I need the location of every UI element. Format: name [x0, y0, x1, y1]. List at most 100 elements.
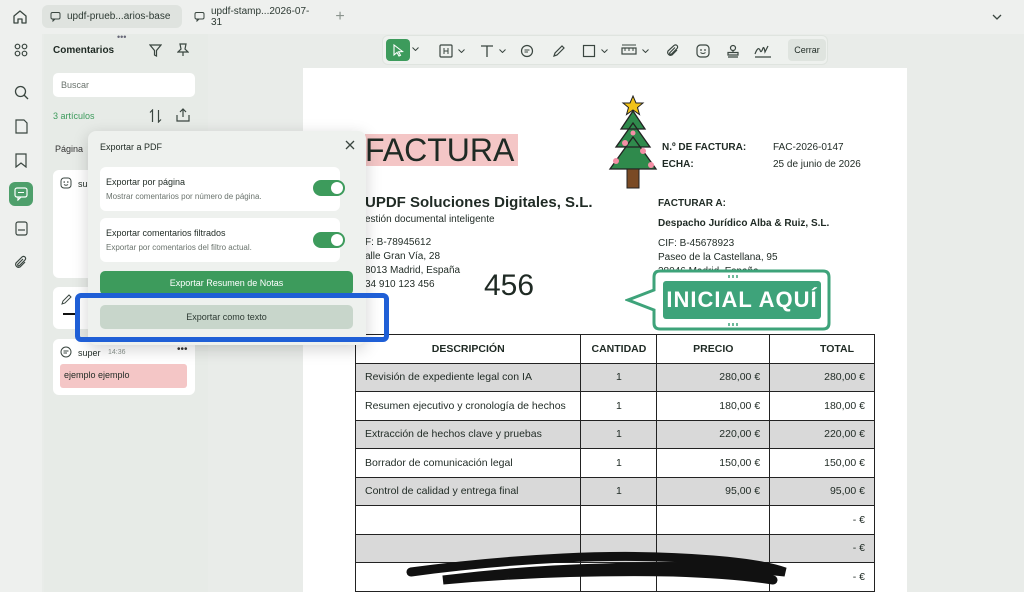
tab-updf-prueba[interactable]: updf-prueb...arios-base [42, 5, 182, 28]
more-icon[interactable]: ••• [177, 344, 188, 355]
table-cell: 1 [580, 391, 658, 421]
export-by-page-toggle[interactable] [313, 180, 345, 196]
table-cell: 280,00 € [769, 362, 875, 392]
left-rail [0, 34, 42, 592]
pin-icon[interactable] [175, 42, 191, 58]
stamp-tool-icon[interactable] [726, 40, 740, 62]
table-cell: - € [769, 505, 875, 535]
table-cell: 1 [580, 362, 658, 392]
sort-label[interactable]: Página [55, 144, 83, 154]
text-icon[interactable] [480, 40, 506, 62]
chat-bubble-icon [50, 11, 61, 22]
export-filtered-toggle[interactable] [313, 232, 345, 248]
table-cell: 220,00 € [769, 419, 875, 449]
table-cell [354, 505, 582, 535]
table-row: Control de calidad y entrega final 1 95,00… [354, 476, 875, 506]
emoji-sticker-icon [60, 177, 72, 189]
table-row: Borrador de comunicación legal 1 150,00 €1… [354, 448, 875, 478]
table-cell: Borrador de comunicación legal [354, 448, 582, 478]
ink-scribble[interactable] [403, 546, 793, 592]
option-description: Mostrar comentarios por número de página… [106, 192, 262, 201]
close-toolbar-button[interactable]: Cerrar [788, 39, 826, 61]
export-icon[interactable] [175, 107, 191, 123]
table-cell: 95,00 € [769, 476, 875, 506]
tab-bar: updf-prueb...arios-base updf-stamp...202… [0, 0, 1024, 34]
company-phone: 34 910 123 456 [365, 279, 435, 290]
search-icon[interactable] [9, 80, 33, 104]
client-cif: CIF: B-45678923 [658, 238, 735, 249]
table-cell: Revisión de expediente legal con IA [354, 362, 582, 392]
invoice-number-label: N.º DE FACTURA: [662, 142, 747, 153]
filter-icon[interactable] [147, 42, 163, 58]
table-header-row: DESCRIPCIÓN CANTIDAD PRECIO TOTAL [354, 334, 875, 364]
rectangle-shape-icon[interactable] [582, 40, 608, 62]
table-cell: 180,00 € [656, 391, 771, 421]
annotation-toolbar: Cerrar [382, 35, 828, 65]
bill-to-label: FACTURAR A: [658, 198, 726, 209]
chevron-down-icon[interactable] [412, 47, 419, 51]
pen-icon [60, 293, 72, 305]
attach-file-icon[interactable] [666, 40, 680, 62]
grid-apps-icon[interactable] [9, 38, 33, 62]
client-address: Paseo de la Castellana, 95 [658, 252, 778, 263]
pencil-icon[interactable] [552, 40, 566, 62]
option-description: Exportar por comentarios del filtro actu… [106, 243, 252, 252]
sort-icon[interactable] [147, 108, 163, 124]
stamp-label: INICIAL AQUÍ [666, 287, 818, 312]
table-cell: Extracción de hechos clave y pruebas [354, 419, 582, 449]
new-tab-plus-icon[interactable]: + [332, 8, 348, 25]
select-cursor-icon[interactable] [386, 39, 410, 61]
table-cell [656, 505, 771, 535]
sticker-icon[interactable] [696, 40, 710, 62]
comments-icon[interactable] [9, 182, 33, 206]
table-cell: 180,00 € [769, 391, 875, 421]
chat-bubble-icon [194, 11, 205, 22]
table-cell: 150,00 € [769, 448, 875, 478]
column-header: DESCRIPCIÓN [354, 334, 582, 364]
signature-icon[interactable] [754, 40, 772, 62]
table-cell: 220,00 € [656, 419, 771, 449]
ink-stroke-preview [63, 313, 75, 315]
christmas-tree-sticker[interactable] [605, 95, 661, 191]
option-title: Exportar por página [106, 177, 186, 187]
table-cell: 280,00 € [656, 362, 771, 392]
pdf-page: FACTURA N.º DE FACTURA: FAC-2026-0147 EC… [303, 68, 907, 592]
drag-handle[interactable]: ••• [117, 33, 131, 42]
table-cell: 150,00 € [656, 448, 771, 478]
tab-label: updf-prueb...arios-base [67, 11, 171, 22]
client-name: Despacho Jurídico Alba & Ruiz, S.L. [658, 218, 830, 229]
table-cell [580, 505, 658, 535]
comment-text: ejemplo ejemplo [60, 364, 187, 388]
stamp-icon[interactable] [9, 216, 33, 240]
chevron-down-icon[interactable] [990, 10, 1004, 24]
table-cell: 1 [580, 448, 658, 478]
dialog-title: Exportar a PDF [100, 142, 163, 152]
comment-time: 14:36 [108, 349, 126, 356]
home-icon[interactable] [11, 8, 29, 26]
text-box-icon[interactable] [439, 40, 465, 62]
measure-icon[interactable] [621, 40, 649, 62]
export-by-page-option: Exportar por página Mostrar comentarios … [100, 167, 345, 211]
column-header: CANTIDAD [580, 334, 658, 364]
export-summary-button[interactable]: Exportar Resumen de Notas [100, 271, 353, 295]
close-icon[interactable] [343, 138, 357, 152]
tab-updf-stamp[interactable]: updf-stamp...2026-07-31 [186, 5, 324, 28]
focus-highlight [75, 293, 389, 342]
table-row: Extracción de hechos clave y pruebas 1 220… [354, 419, 875, 449]
attachment-icon[interactable] [9, 250, 33, 274]
comment-card[interactable]: super 14:36 ••• ejemplo ejemplo [53, 339, 195, 395]
comment-icon[interactable] [520, 40, 534, 62]
table-cell: 1 [580, 476, 658, 506]
bookmark-icon[interactable] [9, 148, 33, 172]
page-thumbnail-icon[interactable] [9, 114, 33, 138]
search-input[interactable]: Buscar [53, 73, 195, 97]
table-cell: 95,00 € [656, 476, 771, 506]
company-tagline: estión documental inteligente [365, 214, 495, 225]
export-filtered-option: Exportar comentarios filtrados Exportar … [100, 218, 345, 262]
column-header: PRECIO [656, 334, 771, 364]
initial-here-stamp[interactable]: INICIAL AQUÍ [625, 267, 831, 333]
handwritten-number[interactable]: 456 [484, 269, 534, 303]
invoice-date-label: ECHA: [662, 159, 694, 170]
column-header: TOTAL [769, 334, 875, 364]
comment-author: super [78, 348, 101, 358]
